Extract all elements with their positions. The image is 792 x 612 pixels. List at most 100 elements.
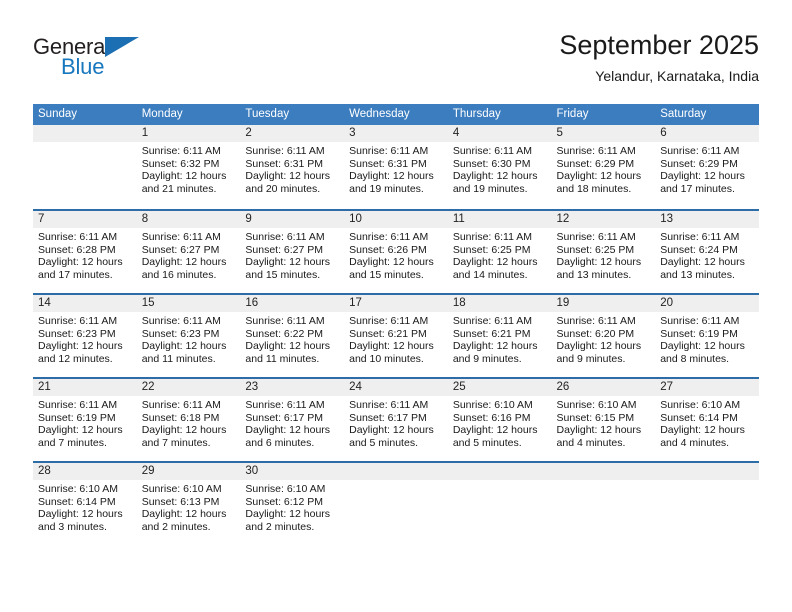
sunrise-text: Sunrise: 6:11 AM [660, 315, 740, 327]
day-number: 27 [655, 379, 759, 396]
sunrise-text: Sunrise: 6:11 AM [349, 399, 429, 411]
sunrise-text: Sunrise: 6:11 AM [349, 315, 429, 327]
daylight-text-line1: Daylight: 12 hours [556, 170, 642, 183]
day-cell[interactable]: 28 Sunrise: 6:10 AM Sunset: 6:14 PM Dayligh… [33, 461, 137, 545]
day-cell[interactable]: 4 Sunrise: 6:11 AM Sunset: 6:30 PM Daylight… [447, 125, 552, 209]
day-cell[interactable]: 19 Sunrise: 6:11 AM Sunset: 6:20 PM Dayligh… [551, 293, 656, 377]
calendar-cell: 29 Sunrise: 6:10 AM Sunset: 6:13 PM Dayligh… [136, 461, 241, 545]
daylight-text-line1: Daylight: 12 hours [38, 256, 123, 269]
calendar-cell: 13 Sunrise: 6:11 AM Sunset: 6:24 PM Dayligh… [655, 209, 759, 293]
day-number: 5 [551, 125, 656, 142]
daylight-text-line1: Daylight: 12 hours [38, 424, 123, 437]
sunset-text: Sunset: 6:25 PM [556, 243, 635, 256]
day-cell[interactable]: 23 Sunrise: 6:11 AM Sunset: 6:17 PM Dayligh… [240, 377, 345, 461]
daylight-text-line2: and 7 minutes. [38, 436, 107, 449]
day-number: 3 [344, 125, 448, 142]
calendar-cell: 18 Sunrise: 6:11 AM Sunset: 6:21 PM Dayligh… [447, 293, 552, 377]
sunset-text: Sunset: 6:16 PM [452, 411, 531, 424]
daylight-text-line2: and 2 minutes. [141, 520, 211, 533]
sunrise-text: Sunrise: 6:10 AM [245, 483, 326, 495]
day-details: Sunrise: 6:10 AM Sunset: 6:12 PM Daylight:… [240, 480, 344, 533]
day-cell[interactable]: 29 Sunrise: 6:10 AM Sunset: 6:13 PM Dayligh… [136, 461, 241, 545]
general-blue-logo[interactable]: General Blue [33, 34, 173, 86]
day-cell[interactable]: 8 Sunrise: 6:11 AM Sunset: 6:27 PM Daylight… [136, 209, 241, 293]
daylight-text-line1: Daylight: 12 hours [141, 424, 227, 437]
daylight-text-line2: and 12 minutes. [38, 352, 113, 365]
day-cell[interactable]: 20 Sunrise: 6:11 AM Sunset: 6:19 PM Dayligh… [655, 293, 759, 377]
title-block: September 2025 Yelandur, Karnataka, Indi… [559, 28, 759, 86]
day-number: 2 [240, 125, 345, 142]
day-details: Sunrise: 6:11 AM Sunset: 6:20 PM Daylight:… [552, 312, 656, 365]
day-details: Sunrise: 6:11 AM Sunset: 6:17 PM Daylight:… [344, 396, 448, 449]
day-cell[interactable]: 14 Sunrise: 6:11 AM Sunset: 6:23 PM Dayligh… [33, 293, 137, 377]
sunset-text: Sunset: 6:29 PM [556, 157, 635, 170]
weekday-header-tuesday: Tuesday [240, 104, 345, 125]
day-cell[interactable]: 6 Sunrise: 6:11 AM Sunset: 6:29 PM Daylight… [655, 125, 759, 209]
day-cell[interactable]: 17 Sunrise: 6:11 AM Sunset: 6:21 PM Dayligh… [344, 293, 448, 377]
daylight-text-line2: and 4 minutes. [556, 436, 626, 449]
day-cell[interactable]: 16 Sunrise: 6:11 AM Sunset: 6:22 PM Dayligh… [240, 293, 345, 377]
day-cell[interactable]: 9 Sunrise: 6:11 AM Sunset: 6:27 PM Daylight… [240, 209, 345, 293]
sunrise-text: Sunrise: 6:11 AM [38, 315, 118, 327]
day-cell[interactable]: 30 Sunrise: 6:10 AM Sunset: 6:12 PM Dayligh… [240, 461, 345, 545]
day-cell[interactable]: 11 Sunrise: 6:11 AM Sunset: 6:25 PM Dayligh… [447, 209, 552, 293]
day-cell[interactable]: 1 Sunrise: 6:11 AM Sunset: 6:32 PM Daylight… [136, 125, 241, 209]
day-cell[interactable]: 24 Sunrise: 6:11 AM Sunset: 6:17 PM Dayligh… [344, 377, 448, 461]
calendar-cell: 19 Sunrise: 6:11 AM Sunset: 6:20 PM Dayligh… [551, 293, 656, 377]
sunset-text: Sunset: 6:24 PM [660, 243, 738, 256]
day-number: 14 [33, 295, 137, 312]
day-details: Sunrise: 6:10 AM Sunset: 6:14 PM Daylight:… [33, 480, 137, 533]
daylight-text-line1: Daylight: 12 hours [245, 424, 331, 437]
calendar-cell: 5 Sunrise: 6:11 AM Sunset: 6:29 PM Daylight… [551, 125, 656, 209]
sunrise-text: Sunrise: 6:10 AM [38, 483, 118, 495]
daylight-text-line2: and 17 minutes. [660, 182, 735, 195]
day-number: 25 [447, 379, 552, 396]
day-cell[interactable]: 15 Sunrise: 6:11 AM Sunset: 6:23 PM Dayligh… [136, 293, 241, 377]
sunset-text: Sunset: 6:17 PM [349, 411, 427, 424]
sunrise-text: Sunrise: 6:11 AM [245, 315, 325, 327]
day-cell[interactable]: 25 Sunrise: 6:10 AM Sunset: 6:16 PM Dayligh… [447, 377, 552, 461]
day-details: Sunrise: 6:10 AM Sunset: 6:13 PM Daylight:… [137, 480, 241, 533]
day-cell[interactable]: 27 Sunrise: 6:10 AM Sunset: 6:14 PM Dayligh… [655, 377, 759, 461]
day-cell[interactable]: 13 Sunrise: 6:11 AM Sunset: 6:24 PM Dayligh… [655, 209, 759, 293]
day-number: 10 [344, 211, 448, 228]
daylight-text-line2: and 10 minutes. [349, 352, 424, 365]
sunrise-text: Sunrise: 6:10 AM [452, 399, 533, 411]
calendar-cell: 30 Sunrise: 6:10 AM Sunset: 6:12 PM Dayligh… [240, 461, 345, 545]
day-cell[interactable]: 2 Sunrise: 6:11 AM Sunset: 6:31 PM Daylight… [240, 125, 345, 209]
day-details: Sunrise: 6:11 AM Sunset: 6:31 PM Daylight:… [240, 142, 344, 195]
day-number: 28 [33, 463, 137, 480]
calendar-cell: 28 Sunrise: 6:10 AM Sunset: 6:14 PM Dayligh… [33, 461, 137, 545]
day-cell[interactable]: 10 Sunrise: 6:11 AM Sunset: 6:26 PM Dayligh… [344, 209, 448, 293]
daylight-text-line1: Daylight: 12 hours [660, 340, 745, 353]
weekday-header-saturday: Saturday [655, 104, 759, 125]
daylight-text-line2: and 19 minutes. [349, 182, 424, 195]
day-number: 6 [655, 125, 759, 142]
sunrise-text: Sunrise: 6:11 AM [349, 231, 429, 243]
day-cell[interactable]: 12 Sunrise: 6:11 AM Sunset: 6:25 PM Dayligh… [551, 209, 656, 293]
daylight-text-line2: and 16 minutes. [141, 268, 217, 281]
daylight-text-line2: and 11 minutes. [245, 352, 320, 365]
day-number: 17 [344, 295, 448, 312]
daylight-text-line1: Daylight: 12 hours [349, 340, 434, 353]
daylight-text-line1: Daylight: 12 hours [660, 256, 745, 269]
day-cell[interactable]: 5 Sunrise: 6:11 AM Sunset: 6:29 PM Daylight… [551, 125, 656, 209]
day-details: Sunrise: 6:11 AM Sunset: 6:29 PM Daylight:… [552, 142, 656, 195]
daylight-text-line1: Daylight: 12 hours [556, 424, 642, 437]
day-cell[interactable]: 7 Sunrise: 6:11 AM Sunset: 6:28 PM Daylight… [33, 209, 137, 293]
sunset-text: Sunset: 6:17 PM [245, 411, 324, 424]
daylight-text-line1: Daylight: 12 hours [452, 424, 538, 437]
day-details: Sunrise: 6:11 AM Sunset: 6:21 PM Daylight:… [344, 312, 448, 365]
day-cell[interactable]: 21 Sunrise: 6:11 AM Sunset: 6:19 PM Dayligh… [33, 377, 137, 461]
day-cell[interactable]: 22 Sunrise: 6:11 AM Sunset: 6:18 PM Dayligh… [136, 377, 241, 461]
day-cell[interactable]: 26 Sunrise: 6:10 AM Sunset: 6:15 PM Dayligh… [551, 377, 656, 461]
day-number: 20 [655, 295, 759, 312]
day-cell[interactable]: 3 Sunrise: 6:11 AM Sunset: 6:31 PM Daylight… [344, 125, 448, 209]
day-number: 22 [136, 379, 241, 396]
sunset-text: Sunset: 6:27 PM [245, 243, 324, 256]
sunset-text: Sunset: 6:31 PM [349, 157, 427, 170]
daylight-text-line2: and 15 minutes. [245, 268, 321, 281]
sunset-text: Sunset: 6:26 PM [349, 243, 427, 256]
day-cell[interactable]: 18 Sunrise: 6:11 AM Sunset: 6:21 PM Dayligh… [447, 293, 552, 377]
calendar-cell: 8 Sunrise: 6:11 AM Sunset: 6:27 PM Daylight… [136, 209, 241, 293]
